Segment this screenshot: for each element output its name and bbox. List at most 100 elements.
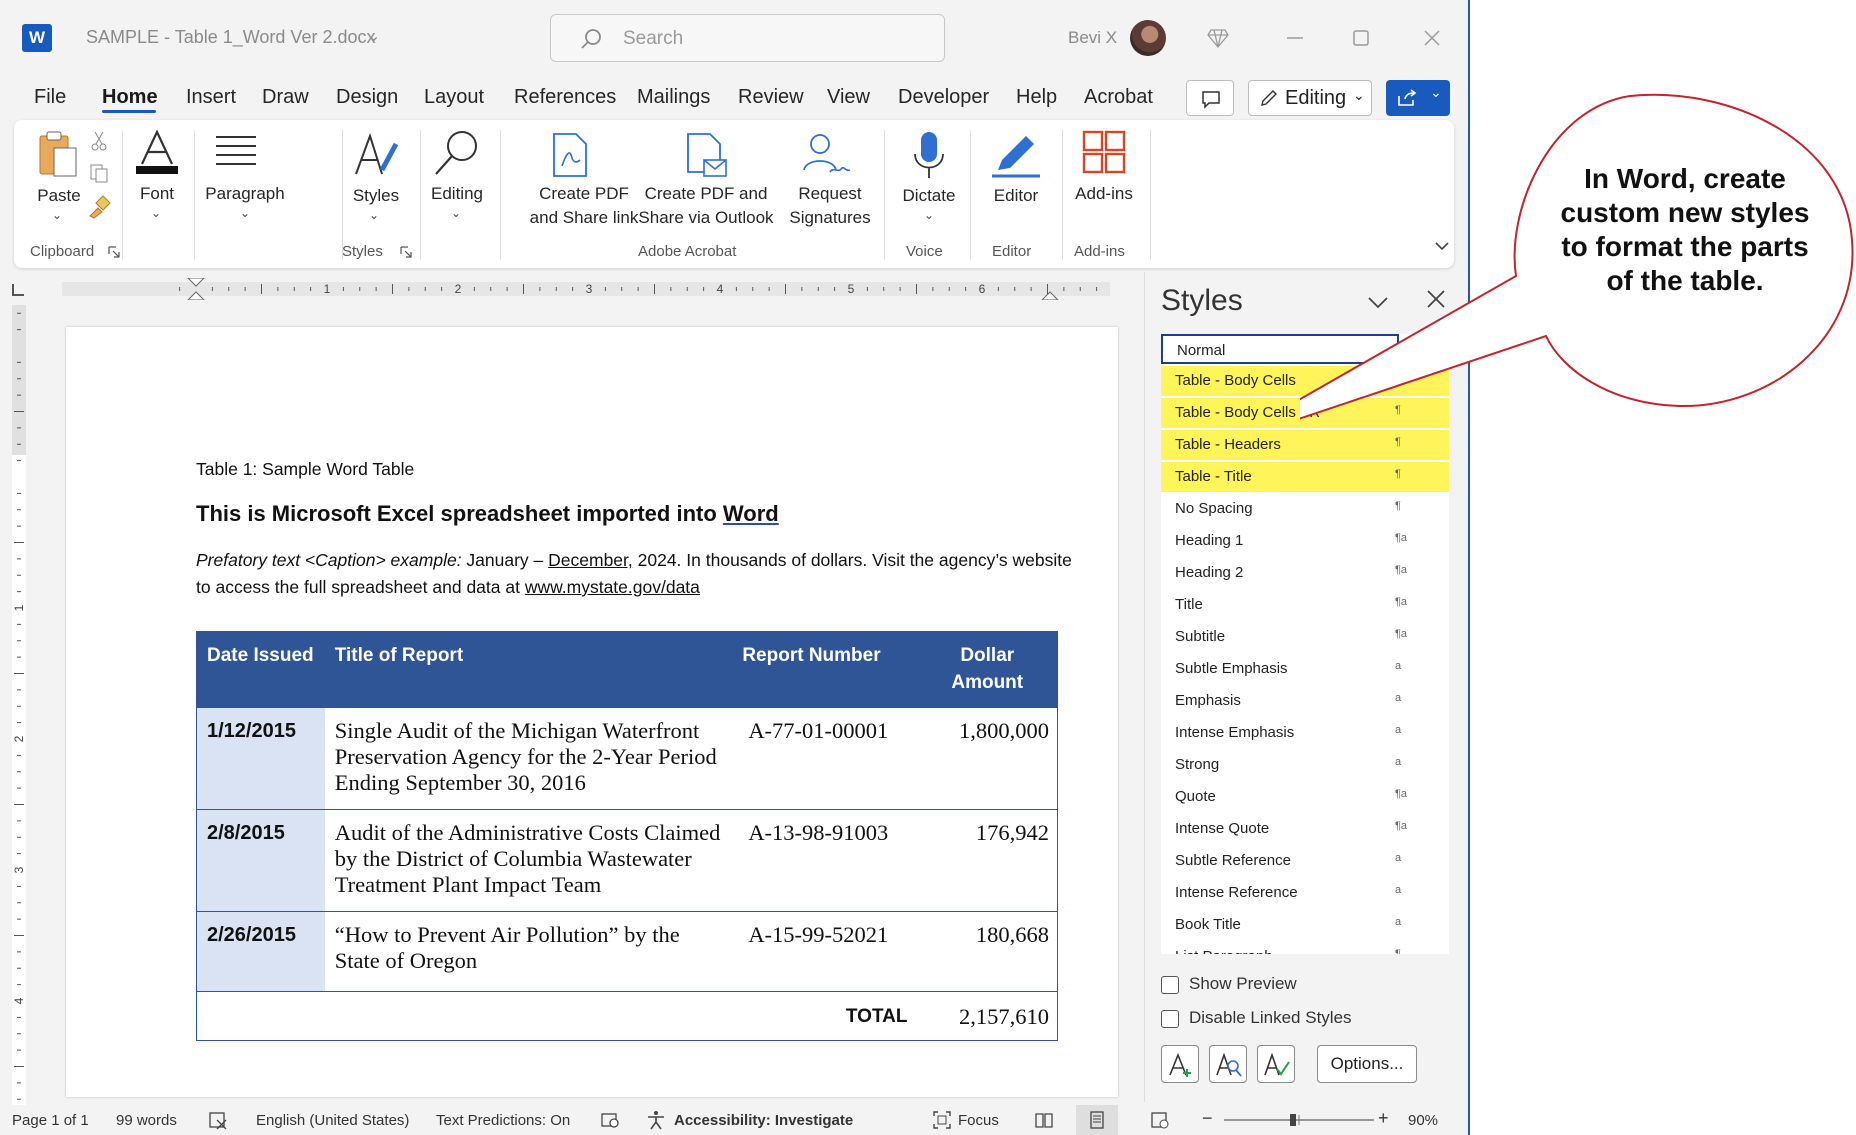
chevron-down-icon[interactable]: ⌄ <box>369 208 379 222</box>
text-predictions[interactable]: Text Predictions: On <box>436 1112 570 1129</box>
tab-references[interactable]: References <box>514 86 616 109</box>
style-item[interactable]: Subtle Emphasis a <box>1161 654 1449 684</box>
new-style-button[interactable] <box>1161 1045 1199 1083</box>
tab-mailings[interactable]: Mailings <box>637 86 710 109</box>
paste-button[interactable]: Paste <box>34 184 84 208</box>
accessibility-icon[interactable] <box>646 1110 666 1130</box>
manage-styles-button[interactable] <box>1257 1045 1295 1083</box>
zoom-slider[interactable] <box>1224 1112 1374 1128</box>
style-item[interactable]: Heading 1 ¶a <box>1161 526 1449 556</box>
create-pdf-outlook-icon[interactable] <box>684 132 728 178</box>
zoom-in-button[interactable]: + <box>1378 1108 1389 1129</box>
zoom-out-button[interactable]: − <box>1202 1108 1213 1129</box>
dictate-button[interactable]: Dictate <box>892 184 966 208</box>
paragraph-button[interactable]: Paragraph <box>202 182 288 206</box>
zoom-level[interactable]: 90% <box>1408 1112 1438 1129</box>
style-item[interactable]: Title ¶a <box>1161 590 1449 620</box>
close-icon[interactable] <box>1418 24 1446 52</box>
style-item[interactable]: Intense Reference a <box>1161 878 1449 908</box>
style-item[interactable]: List Paragraph ¶ <box>1161 942 1449 954</box>
cut-icon[interactable] <box>88 130 110 152</box>
web-layout-icon[interactable] <box>1150 1110 1170 1130</box>
page-count[interactable]: Page 1 of 1 <box>12 1112 89 1129</box>
tab-insert[interactable]: Insert <box>186 86 236 109</box>
font-button[interactable]: Font <box>130 182 184 206</box>
request-signatures-icon[interactable] <box>800 132 852 178</box>
maximize-icon[interactable] <box>1347 24 1375 52</box>
request-signatures-button[interactable]: Request Signatures <box>774 182 886 230</box>
focus-icon[interactable] <box>932 1110 952 1130</box>
avatar[interactable] <box>1130 20 1166 56</box>
tab-developer[interactable]: Developer <box>898 86 989 109</box>
paragraph-icon[interactable] <box>214 134 258 168</box>
style-item[interactable]: Heading 2 ¶a <box>1161 558 1449 588</box>
document-page[interactable]: Table 1: Sample Word Table This is Micro… <box>66 327 1118 1097</box>
format-painter-icon[interactable] <box>86 194 112 220</box>
styles-button[interactable]: Styles <box>346 184 406 208</box>
editing-button[interactable]: Editing <box>426 182 488 206</box>
tab-view[interactable]: View <box>827 86 870 109</box>
style-item[interactable]: No Spacing ¶ <box>1161 494 1449 524</box>
horizontal-ruler[interactable]: 1 2 3 4 5 6 <box>62 278 1110 300</box>
chevron-down-icon[interactable]: ⌄ <box>151 206 161 220</box>
track-changes-icon[interactable] <box>600 1110 620 1130</box>
tab-review[interactable]: Review <box>738 86 804 109</box>
style-item[interactable]: Intense Emphasis a <box>1161 718 1449 748</box>
vertical-ruler[interactable]: 1 2 3 4 <box>8 305 30 1105</box>
tab-home[interactable]: Home <box>102 86 158 109</box>
paste-icon[interactable] <box>36 130 80 178</box>
style-item[interactable]: Table - Headers ¶ <box>1161 430 1449 460</box>
comments-button[interactable] <box>1186 80 1234 116</box>
style-item[interactable]: Subtle Reference a <box>1161 846 1449 876</box>
options-button[interactable]: Options... <box>1317 1045 1417 1083</box>
tab-acrobat[interactable]: Acrobat <box>1084 86 1153 109</box>
style-item[interactable]: Quote ¶a <box>1161 782 1449 812</box>
language[interactable]: English (United States) <box>256 1112 409 1129</box>
style-inspector-button[interactable] <box>1209 1045 1247 1083</box>
word-count[interactable]: 99 words <box>116 1112 177 1129</box>
add-ins-icon[interactable] <box>1082 130 1126 174</box>
styles-icon[interactable] <box>352 130 400 180</box>
microphone-icon[interactable] <box>912 130 946 180</box>
create-pdf-outlook-button[interactable]: Create PDF and Share via Outlook <box>628 182 784 230</box>
prefatory-url-link[interactable]: www.mystate.gov/data <box>525 577 700 597</box>
dialog-launcher-icon[interactable] <box>108 246 120 258</box>
search-box[interactable]: Search <box>550 14 945 62</box>
chevron-down-icon[interactable]: ⌄ <box>451 206 461 220</box>
dialog-launcher-icon[interactable] <box>400 246 412 258</box>
copy-icon[interactable] <box>88 162 110 184</box>
chevron-down-icon[interactable]: ⌄ <box>240 206 250 220</box>
tab-layout[interactable]: Layout <box>424 86 484 109</box>
style-item[interactable]: Subtitle ¶a <box>1161 622 1449 652</box>
tab-draw[interactable]: Draw <box>262 86 309 109</box>
style-item[interactable]: Table - Title ¶ <box>1161 462 1449 492</box>
focus-mode[interactable]: Focus <box>958 1112 999 1129</box>
chevron-down-icon[interactable]: ⌄ <box>924 208 934 222</box>
create-pdf-icon[interactable] <box>550 132 590 178</box>
accessibility-status[interactable]: Accessibility: Investigate <box>674 1112 853 1129</box>
chevron-down-icon[interactable]: ⌄ <box>52 208 62 222</box>
style-item[interactable]: Strong a <box>1161 750 1449 780</box>
diamond-icon[interactable] <box>1206 26 1230 50</box>
tab-design[interactable]: Design <box>336 86 398 109</box>
proofing-icon[interactable] <box>208 1110 228 1130</box>
tab-help[interactable]: Help <box>1016 86 1057 109</box>
find-icon[interactable] <box>432 128 482 178</box>
editor-icon[interactable] <box>990 130 1042 180</box>
print-layout-icon[interactable] <box>1087 1110 1107 1130</box>
tab-file[interactable]: File <box>34 86 66 109</box>
style-item[interactable]: Book Title a <box>1161 910 1449 940</box>
read-mode-icon[interactable] <box>1034 1110 1054 1130</box>
add-ins-button[interactable]: Add-ins <box>1066 182 1142 206</box>
editor-button[interactable]: Editor <box>982 184 1050 208</box>
chevron-down-icon[interactable]: ⌄ <box>367 26 380 46</box>
user-name[interactable]: Bevi X <box>1068 28 1117 48</box>
tab-selector[interactable] <box>12 284 24 296</box>
style-item[interactable]: Intense Quote ¶a <box>1161 814 1449 844</box>
style-item[interactable]: Emphasis a <box>1161 686 1449 716</box>
font-icon[interactable] <box>134 128 180 176</box>
document-title[interactable]: SAMPLE - Table 1_Word Ver 2.docx <box>86 27 376 48</box>
minimize-icon[interactable] <box>1281 24 1309 52</box>
show-preview-checkbox[interactable] <box>1161 976 1179 994</box>
disable-linked-styles-checkbox[interactable] <box>1161 1010 1179 1028</box>
